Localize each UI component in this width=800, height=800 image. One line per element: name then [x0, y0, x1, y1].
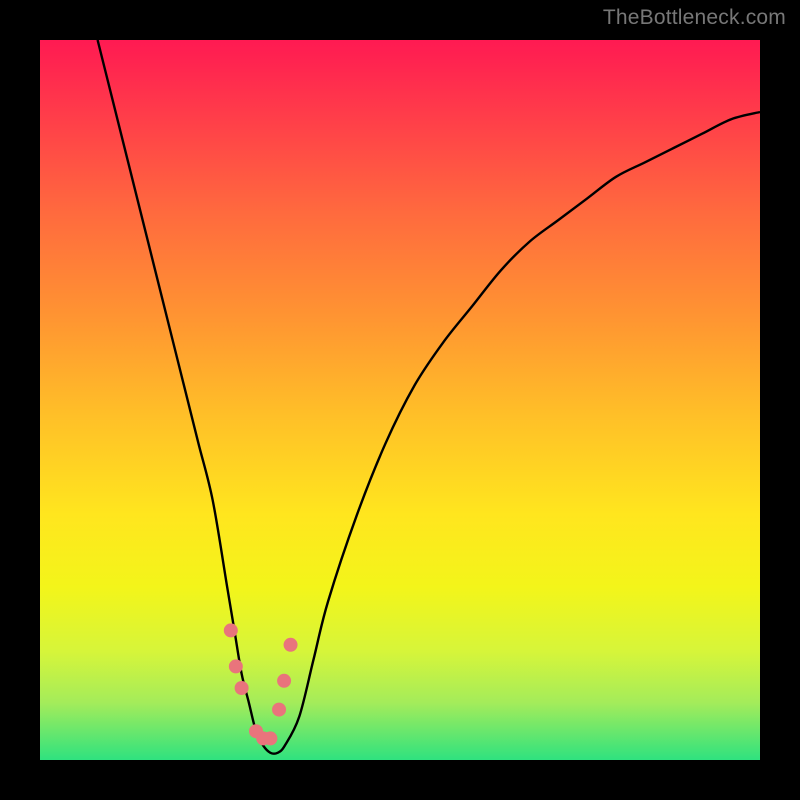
bottleneck-curve	[98, 40, 760, 754]
marker-dot	[272, 703, 286, 717]
marker-dot	[277, 674, 291, 688]
plot-area	[40, 40, 760, 760]
chart-frame: TheBottleneck.com	[0, 0, 800, 800]
marker-dot	[284, 638, 298, 652]
marker-dot	[229, 659, 243, 673]
marker-dot	[224, 623, 238, 637]
marker-dot	[235, 681, 249, 695]
chart-svg	[40, 40, 760, 760]
marker-dot	[263, 731, 277, 745]
watermark-text: TheBottleneck.com	[603, 6, 786, 30]
marker-dots-group	[224, 623, 298, 745]
